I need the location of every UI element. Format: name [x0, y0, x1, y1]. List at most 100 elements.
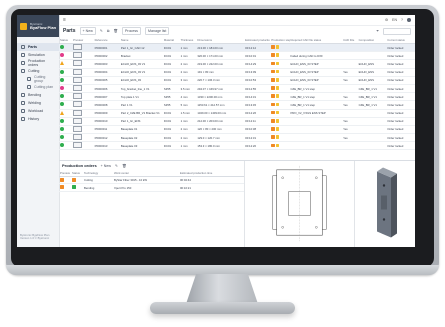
sidebar-item-cutting-group[interactable]: Cutting group — [17, 75, 59, 83]
table-cell — [72, 117, 94, 126]
column-header[interactable]: Current status — [386, 36, 415, 44]
part-dimensions: 220.7 × 106.3 mm — [196, 76, 245, 85]
model-svg — [377, 167, 397, 238]
table-row[interactable]: P0000010 Part 1_Gr_ENS DC01 1 mm 212.00 × 20… — [59, 117, 415, 126]
part-3d-preview[interactable] — [355, 161, 415, 247]
table-row[interactable]: P0000013 Baseplate 03 DC01 1 mm 153.3 × 180.… — [59, 141, 415, 151]
sidebar-item-label: Bending — [28, 93, 42, 97]
part-reference: P0000008 — [93, 100, 120, 110]
table-row[interactable]: P0000004 ECHO_ENS_03 V1 DC01 2 mm 191 × 80 m… — [59, 68, 415, 77]
column-header[interactable]: Status — [59, 36, 73, 44]
sidebar-item-cutting-plan[interactable]: Cutting plan — [17, 83, 59, 91]
part-composition — [357, 117, 387, 126]
table-cell — [59, 125, 73, 135]
cad-file-status — [289, 117, 343, 126]
bending-step-icon — [275, 118, 280, 123]
search-input[interactable] — [383, 27, 411, 35]
table-row[interactable]: Cutting ByStar Fiber 3015 - 10 kW 00:02:44 — [59, 176, 244, 185]
settings-icon[interactable]: ⚙ — [385, 18, 388, 22]
part-composition: ECHO_ENS — [357, 59, 387, 69]
column-header[interactable]: Production steps — [270, 36, 290, 44]
part-name: Part 1 V1 — [119, 100, 163, 110]
production-orders-title: Production orders — [62, 163, 97, 168]
column-header[interactable]: Required CAD file status — [289, 36, 343, 44]
cutting-step-icon — [271, 135, 276, 139]
new-part-button[interactable]: + New — [79, 27, 96, 35]
cutting-step-icon — [271, 110, 276, 115]
column-header[interactable]: Preview — [72, 36, 94, 44]
part-material: S355 — [162, 100, 180, 110]
table-cell — [270, 92, 290, 102]
table-row[interactable]: P0000009 Part 2_CZE BR_V1 Bracket V1 DC01 1… — [59, 109, 415, 118]
delete-icon[interactable]: 🗑 — [122, 164, 127, 168]
history-icon — [21, 117, 25, 121]
table-row[interactable]: P0000012 Baseplate 02 DC01 2 mm 129.0 × 120.… — [59, 133, 415, 143]
hamburger-icon[interactable]: ≡ — [63, 17, 66, 23]
table-cell — [59, 51, 73, 61]
table-row[interactable]: P0000007 Top plate 1 V1 S355 4 mm 1330 × 220… — [59, 92, 415, 102]
brand[interactable]: Bystronic ByaFlow Plan — [17, 15, 59, 37]
table-row[interactable]: P0000006 Top_bracket_line_1 V1 S355 3.5 mm 2… — [59, 84, 415, 94]
manage-list-button[interactable]: Manage list — [144, 27, 170, 35]
sidebar-item-production-orders[interactable]: Production orders — [17, 59, 59, 67]
part-production-time: 00:12:31 — [244, 133, 271, 143]
part-material: S355 — [162, 84, 180, 94]
column-header[interactable]: Name — [119, 36, 163, 44]
table-row[interactable]: P0000011 Baseplate 01 DC01 2 mm 120 × 80 × 2… — [59, 125, 415, 135]
user-avatar-icon[interactable] — [407, 18, 411, 22]
current-status: Order locked — [386, 68, 415, 77]
status-indicator — [60, 53, 64, 58]
production-steps — [271, 94, 280, 99]
column-header[interactable]: Dimensions — [196, 36, 245, 44]
sidebar-item-parts[interactable]: Parts — [17, 43, 59, 51]
table-row[interactable]: P0000002 Bracket DC01 1 mm 320.00 × 171.00 m… — [59, 51, 415, 61]
part-composition — [357, 43, 387, 53]
sidebar-item-welding[interactable]: Welding — [17, 99, 59, 107]
status-indicator — [60, 135, 64, 140]
sidebar-item-history[interactable]: History — [17, 115, 59, 123]
sidebar-item-simulation[interactable]: Simulation — [17, 51, 59, 59]
column-header[interactable]: CAD File — [342, 36, 358, 44]
column-header[interactable]: Thickness — [179, 36, 197, 44]
production-steps — [271, 110, 280, 115]
part-name: Part 1_Gr_ENS — [119, 117, 163, 126]
part-drawing-preview[interactable] — [245, 161, 355, 247]
table-row[interactable]: Bending Xpert Pro 150 00:10:21 — [59, 183, 244, 192]
column-header[interactable]: Material — [162, 36, 180, 44]
monitor-stand-base — [150, 302, 295, 314]
part-reference: P0000013 — [93, 141, 120, 151]
table-row[interactable]: P0000005 ECHO_ENS_03 DC01 3 mm 220.7 × 106.3… — [59, 76, 415, 85]
table-row[interactable]: P0000001 Part 1_Gr_CAD 12 DC01 1 mm 213.00 ×… — [59, 43, 415, 53]
new-order-button[interactable]: + New — [101, 164, 111, 168]
part-dimensions: 191 × 80 mm — [196, 68, 245, 77]
edit-icon[interactable]: ✎ — [115, 164, 118, 168]
part-thumbnail — [73, 125, 83, 132]
sidebar-item-bending[interactable]: Bending — [17, 91, 59, 99]
screen: Bystronic ByaFlow Plan Parts Simulation Pr… — [17, 15, 415, 247]
language-selector[interactable]: EN — [392, 18, 397, 22]
monitor-chin — [6, 265, 439, 275]
cad-file: Yes — [342, 100, 358, 110]
part-thickness: 1.5 mm — [179, 109, 197, 118]
copy-icon[interactable]: ⧉ — [107, 29, 110, 33]
process-button[interactable]: Process — [121, 27, 141, 35]
help-icon[interactable]: ? — [401, 18, 403, 22]
sidebar-item-cutting[interactable]: Cutting — [17, 67, 59, 75]
delete-icon[interactable]: 🗑 — [113, 29, 118, 33]
sidebar-item-workload[interactable]: Workload — [17, 107, 59, 115]
filter-icon[interactable]: ⏷ — [376, 29, 379, 33]
part-dimensions: 213.00 × 184.00 mm — [196, 43, 245, 53]
part-material: DC01 — [162, 117, 180, 126]
column-header[interactable]: Reference — [93, 36, 120, 44]
table-row[interactable]: P0000003 ECHO_ENS_03 V1 DC01 2 mm 219.00 × 2… — [59, 59, 415, 69]
part-thumbnail — [73, 60, 83, 67]
column-header[interactable]: Composition — [357, 36, 387, 44]
column-header[interactable]: Estimated production time — [244, 36, 271, 44]
cutting-step-icon — [271, 143, 276, 148]
cad-file-status: ECHO_ENS_03 STEP — [289, 68, 343, 77]
sidebar-item-label: Welding — [28, 101, 41, 105]
edit-icon[interactable]: ✎ — [100, 29, 103, 33]
table-row[interactable]: P0000008 Part 1 V1 S355 5 mm 1153.61 × 212.5… — [59, 100, 415, 110]
part-thickness: 1 mm — [179, 51, 197, 61]
part-name: Top_bracket_line_1 V1 — [119, 84, 163, 94]
